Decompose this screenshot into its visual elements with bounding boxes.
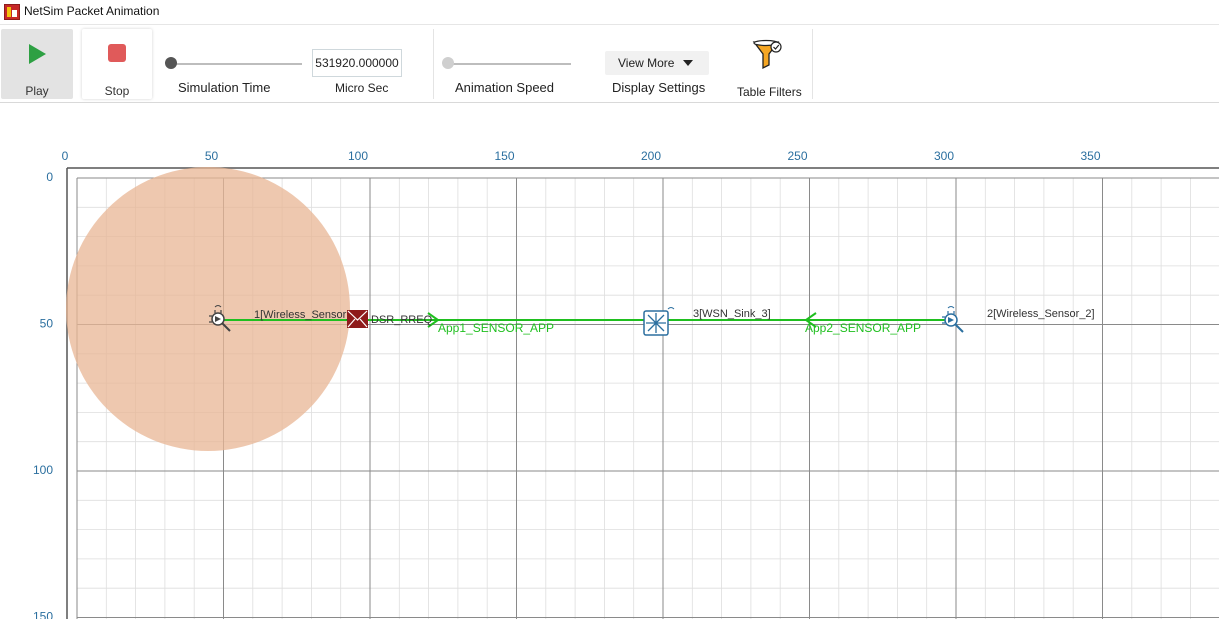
- filter-funnel-icon: [752, 39, 782, 70]
- link-label-app2: App2_SENSOR_APP: [805, 321, 921, 335]
- y-tick-label: 0: [46, 170, 53, 184]
- x-tick-label: 0: [62, 149, 69, 163]
- display-settings-label: Display Settings: [612, 80, 706, 95]
- y-tick-label: 50: [40, 317, 54, 331]
- animation-speed-label: Animation Speed: [455, 80, 555, 95]
- link-label-app1: App1_SENSOR_APP: [438, 321, 554, 335]
- stop-button[interactable]: Stop: [82, 29, 152, 99]
- wsn-sink-icon: [643, 307, 675, 336]
- netsim-app-icon: [4, 4, 20, 20]
- packet-label: DSR_RREQ: [371, 314, 433, 326]
- toolbar-divider: [812, 29, 813, 99]
- toolbar-divider: [433, 29, 434, 99]
- node-label: 1[Wireless_Sensor_1]: [254, 309, 362, 321]
- node-wsn-sink-3[interactable]: 3[WSN_Sink_3]: [643, 307, 771, 336]
- simulation-time-slider[interactable]: [165, 57, 177, 69]
- node-label: 3[WSN_Sink_3]: [693, 308, 771, 320]
- simulation-time-label: Simulation Time: [178, 80, 271, 95]
- play-icon: [29, 44, 46, 64]
- stop-icon: [108, 44, 126, 62]
- animation-speed-track[interactable]: [449, 63, 571, 65]
- title-bar: NetSim Packet Animation: [0, 0, 1219, 25]
- animation-speed-slider[interactable]: [442, 57, 454, 69]
- packet-dsr-rreq[interactable]: DSR_RREQ: [347, 310, 433, 328]
- view-more-label: View More: [618, 56, 675, 70]
- x-tick-label: 100: [348, 149, 368, 163]
- x-tick-label: 50: [205, 149, 219, 163]
- network-grid: 0 50 100 150 200 250 300 350 0 50 100 150 App1_SENS…: [33, 149, 1219, 624]
- window-title: NetSim Packet Animation: [24, 4, 160, 18]
- toolbar: Play Stop Simulation Time 531920.000000 …: [0, 25, 1219, 103]
- x-tick-label: 200: [641, 149, 661, 163]
- x-tick-label: 350: [1080, 149, 1100, 163]
- y-tick-label: 100: [33, 463, 53, 477]
- table-filters-label: Table Filters: [737, 85, 802, 99]
- x-tick-label: 150: [494, 149, 514, 163]
- x-tick-label: 300: [934, 149, 954, 163]
- play-label: Play: [25, 84, 49, 98]
- micro-sec-label: Micro Sec: [335, 81, 389, 95]
- y-tick-label: 150: [33, 610, 53, 620]
- play-button[interactable]: Play: [1, 29, 73, 99]
- view-more-dropdown[interactable]: View More: [605, 51, 709, 75]
- node-wireless-sensor-2[interactable]: 2[Wireless_Sensor_2]: [942, 306, 1095, 333]
- animation-canvas[interactable]: 0 50 100 150 200 250 300 350 0 50 100 150 App1_SENS…: [0, 103, 1219, 624]
- stop-label: Stop: [104, 84, 130, 98]
- caret-down-icon: [683, 60, 693, 66]
- x-tick-label: 250: [787, 149, 807, 163]
- table-filters-button[interactable]: Table Filters: [730, 29, 808, 99]
- node-label: 2[Wireless_Sensor_2]: [987, 308, 1095, 320]
- micro-sec-field[interactable]: 531920.000000: [312, 49, 402, 77]
- simulation-time-track[interactable]: [172, 63, 302, 65]
- wireless-sensor-icon: [942, 306, 964, 333]
